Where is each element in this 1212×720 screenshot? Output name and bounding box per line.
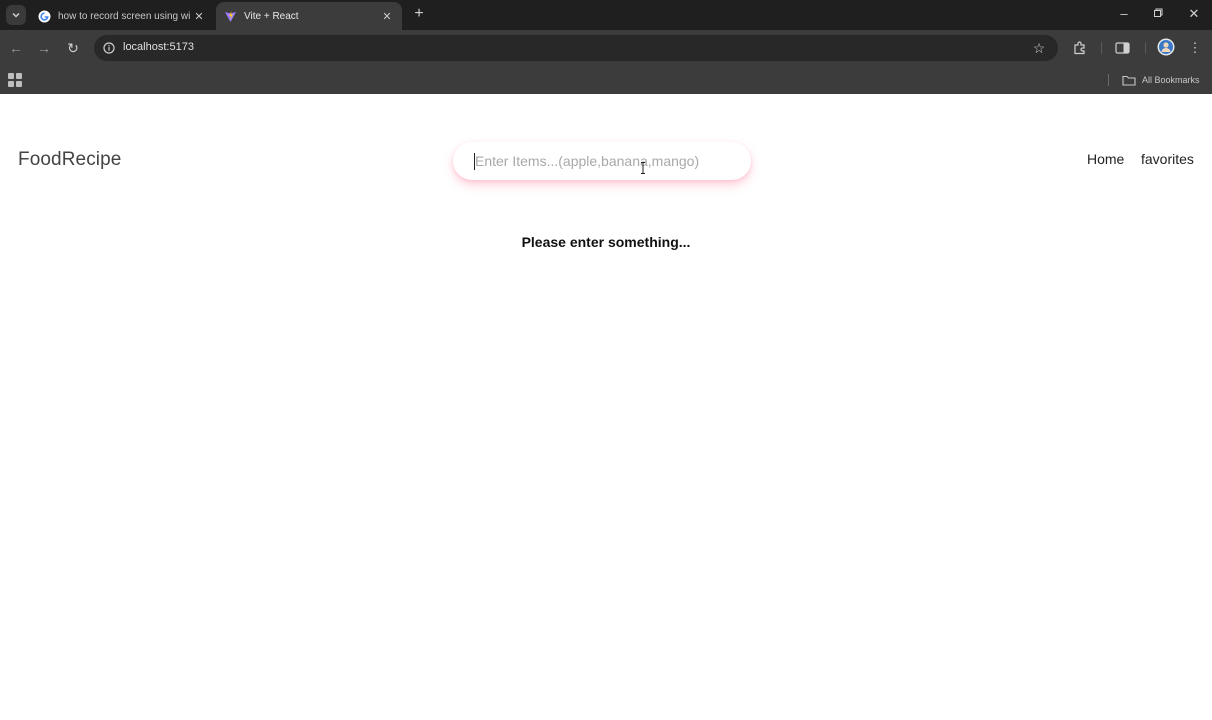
close-icon[interactable]: ✕ <box>192 10 206 23</box>
all-bookmarks-label: All Bookmarks <box>1142 75 1200 85</box>
search-input[interactable] <box>453 142 751 180</box>
profile-avatar-icon[interactable] <box>1157 38 1175 56</box>
side-panel-icon[interactable] <box>1113 39 1131 57</box>
folder-icon <box>1122 75 1136 86</box>
bookmark-star-icon[interactable]: ☆ <box>1030 39 1048 57</box>
tab-strip: how to record screen using wi ✕ Vite + R… <box>0 0 1212 30</box>
address-url: localhost:5173 <box>123 41 194 53</box>
minimize-icon[interactable]: – <box>1114 5 1134 23</box>
reload-icon[interactable]: ↻ <box>64 39 82 57</box>
toolbar-divider <box>1145 42 1146 54</box>
site-logo[interactable]: FoodRecipe <box>18 149 121 171</box>
tab-google-search[interactable]: how to record screen using wi ✕ <box>30 2 214 30</box>
forward-arrow-icon[interactable]: → <box>35 39 53 57</box>
empty-state-message: Please enter something... <box>521 234 691 250</box>
tab-vite-react[interactable]: Vite + React ✕ <box>216 2 402 30</box>
nav-favorites-link[interactable]: favorites <box>1141 151 1194 167</box>
new-tab-icon[interactable]: + <box>410 5 428 23</box>
all-bookmarks-button[interactable]: All Bookmarks <box>1122 73 1200 87</box>
extensions-icon[interactable] <box>1071 39 1089 57</box>
search-box <box>453 142 751 180</box>
text-caret <box>474 153 475 170</box>
nav-home-link[interactable]: Home <box>1087 151 1124 167</box>
page-content: FoodRecipe Home favorites Please enter s… <box>0 94 1212 720</box>
menu-kebab-icon[interactable]: ⋮ <box>1186 39 1204 57</box>
bookmarks-bar: All Bookmarks <box>0 66 1212 94</box>
back-arrow-icon[interactable]: ← <box>7 39 25 57</box>
close-icon[interactable]: ✕ <box>380 10 394 23</box>
vite-icon <box>224 10 237 23</box>
tab-title: Vite + React <box>244 10 299 22</box>
tab-search-button[interactable] <box>6 5 26 25</box>
text-cursor-icon <box>641 162 645 174</box>
bookmarks-divider <box>1108 74 1109 86</box>
address-bar[interactable]: localhost:5173 ☆ <box>94 35 1058 61</box>
restore-icon[interactable] <box>1148 5 1168 23</box>
tab-title: how to record screen using wi <box>58 10 191 22</box>
apps-grid-icon[interactable] <box>8 73 22 87</box>
chevron-down-icon <box>12 12 20 18</box>
close-window-icon[interactable]: ✕ <box>1184 5 1204 23</box>
google-icon <box>38 10 51 23</box>
toolbar-divider <box>1101 42 1102 54</box>
site-info-icon[interactable] <box>100 39 118 57</box>
browser-toolbar: ← → ↻ localhost:5173 ☆ ⋮ <box>0 30 1212 66</box>
